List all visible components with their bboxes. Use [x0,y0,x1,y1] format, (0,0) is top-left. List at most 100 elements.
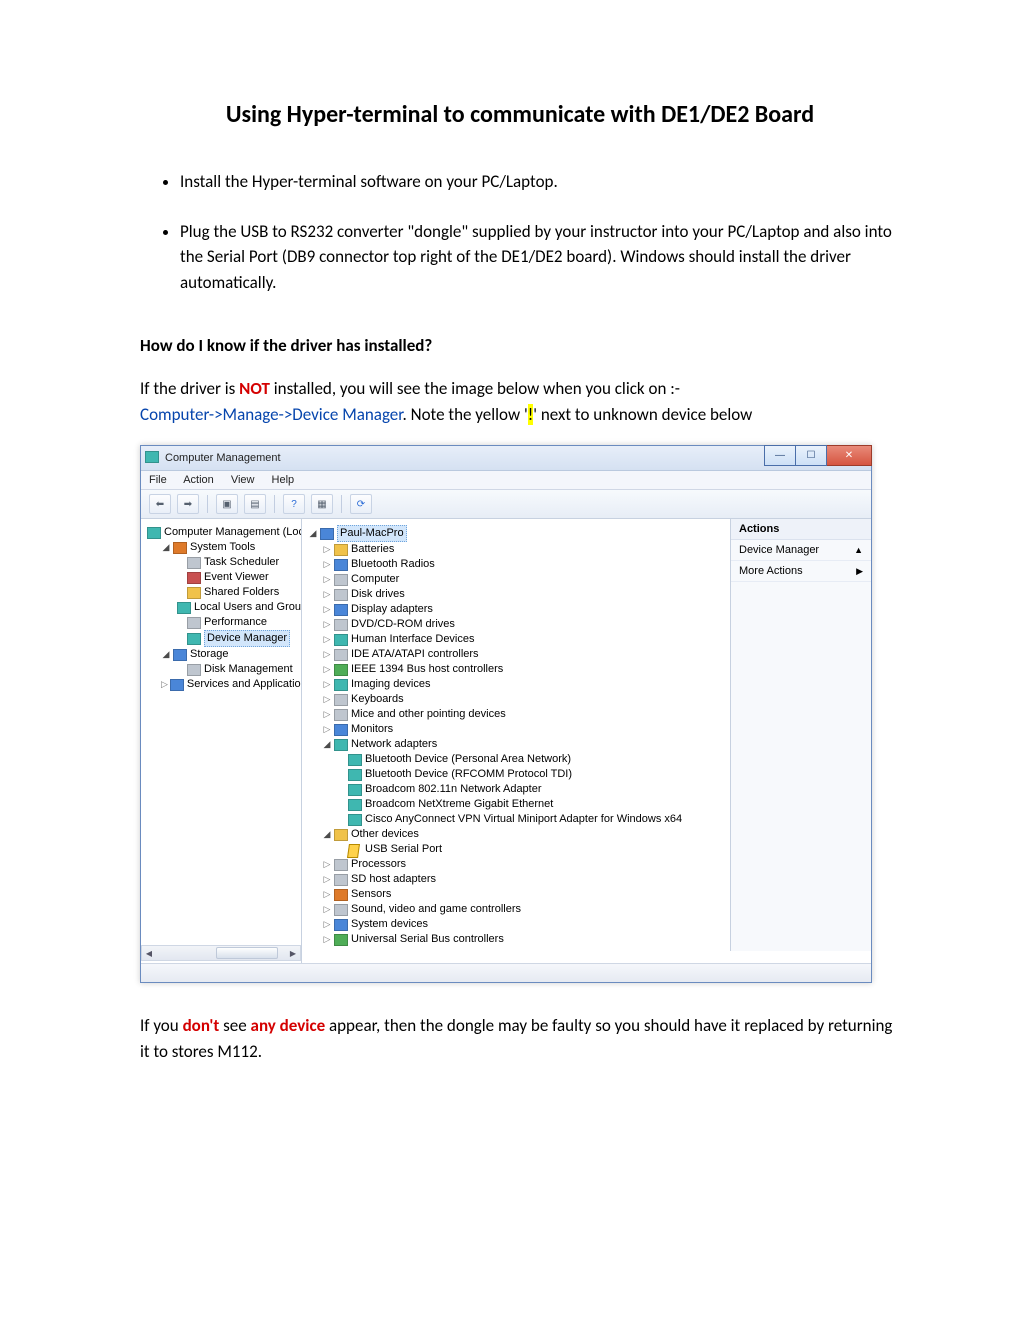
tree-item-label: Event Viewer [204,570,269,585]
device-tree-pane: Paul-MacPro BatteriesBluetooth RadiosCom… [302,519,730,963]
tree-item[interactable]: System devices [322,917,726,932]
category-icon [334,679,348,691]
tree-item[interactable]: Bluetooth Radios [322,557,726,572]
tree-item[interactable]: Device Manager [175,630,297,647]
tree-item[interactable]: IEEE 1394 Bus host controllers [322,662,726,677]
tree-item-label: DVD/CD-ROM drives [351,617,455,632]
tree-item[interactable]: Sensors [322,887,726,902]
window-toolbar: ⬅ ➡ ▣ ▤ ? ▦ ⟳ [141,490,871,519]
toolbar-scan-icon[interactable]: ⟳ [350,494,372,514]
actions-device-manager[interactable]: Device Manager ▲ [731,540,871,561]
tree-item-label: Performance [204,615,267,630]
menu-action[interactable]: Action [183,474,214,486]
tree-item-label: IDE ATA/ATAPI controllers [351,647,479,662]
tree-item[interactable]: Other devices [322,827,726,842]
scroll-right-icon[interactable]: ▶ [286,947,300,959]
expander-icon [322,692,332,707]
tree-item[interactable]: Network adapters [322,737,726,752]
category-icon [173,649,187,661]
expander-icon[interactable] [322,827,332,842]
maximize-button[interactable]: ☐ [796,445,827,466]
toolbar-forward-icon[interactable]: ➡ [177,494,199,514]
toolbar-view-icon[interactable]: ▦ [311,494,333,514]
tree-item[interactable]: Local Users and Groups [175,600,297,615]
tree-item[interactable]: Cisco AnyConnect VPN Virtual Miniport Ad… [336,812,726,827]
scroll-thumb[interactable] [216,947,278,959]
category-icon [334,604,348,616]
tree-item[interactable]: Computer [322,572,726,587]
tree-item[interactable]: Bluetooth Device (Personal Area Network) [336,752,726,767]
tree-item[interactable]: Storage [161,647,297,662]
window-title: Computer Management [165,452,281,464]
menu-path: Computer->Manage->Device Manager [140,404,402,425]
toolbar-back-icon[interactable]: ⬅ [149,494,171,514]
tree-item[interactable]: Sound, video and game controllers [322,902,726,917]
tree-item[interactable]: Disk drives [322,587,726,602]
tree-item[interactable]: IDE ATA/ATAPI controllers [322,647,726,662]
tree-item[interactable]: Bluetooth Device (RFCOMM Protocol TDI) [336,767,726,782]
tree-item[interactable]: Broadcom 802.11n Network Adapter [336,782,726,797]
emphasis-dont: don't [183,1015,220,1036]
category-icon [334,739,348,751]
tree-item[interactable]: Task Scheduler [175,555,297,570]
app-icon [145,451,159,465]
tree-item[interactable]: Disk Management [175,662,297,677]
tree-item[interactable]: Processors [322,857,726,872]
tree-item[interactable]: Shared Folders [175,585,297,600]
toolbar-help-icon[interactable]: ? [283,494,305,514]
tree-item[interactable]: Monitors [322,722,726,737]
tree-item-label: Disk drives [351,587,405,602]
expander-icon [161,677,168,692]
tree-item[interactable]: Performance [175,615,297,630]
left-scrollbar[interactable]: ◀ ▶ [141,945,301,961]
category-icon [173,542,187,554]
expander-icon [322,602,332,617]
tree-item[interactable]: DVD/CD-ROM drives [322,617,726,632]
menu-file[interactable]: File [149,474,167,486]
category-icon [348,799,362,811]
tree-item-label: Keyboards [351,692,404,707]
tree-item[interactable]: Broadcom NetXtreme Gigabit Ethernet [336,797,726,812]
expander-icon [322,617,332,632]
menu-view[interactable]: View [231,474,255,486]
expander-icon [322,872,332,887]
device-root[interactable]: Paul-MacPro [308,525,726,542]
tree-item[interactable]: Universal Serial Bus controllers [322,932,726,947]
chevron-right-icon[interactable]: ▶ [856,566,863,577]
bullet-2: Plug the USB to RS232 converter "dongle"… [180,219,900,296]
scroll-left-icon[interactable]: ◀ [142,947,156,959]
tree-item[interactable]: Display adapters [322,602,726,617]
tree-item-label: Monitors [351,722,393,737]
category-icon [334,904,348,916]
toolbar-folder-icon[interactable]: ▣ [216,494,238,514]
category-icon [334,724,348,736]
tree-item-label: Imaging devices [351,677,431,692]
tree-item[interactable]: Keyboards [322,692,726,707]
tree-item[interactable]: Imaging devices [322,677,726,692]
tree-item[interactable]: SD host adapters [322,872,726,887]
tree-item-label: Display adapters [351,602,433,617]
tree-item[interactable]: System Tools [161,540,297,555]
tree-root[interactable]: Computer Management (Local [147,525,297,540]
collapse-icon[interactable]: ▲ [854,545,863,555]
close-button[interactable]: ✕ [827,445,872,466]
tree-item[interactable]: Event Viewer [175,570,297,585]
tree-item-label: Universal Serial Bus controllers [351,932,504,947]
tree-item[interactable]: Mice and other pointing devices [322,707,726,722]
expander-icon[interactable] [308,526,318,541]
emphasis-any-device: any device [251,1015,326,1036]
tree-item[interactable]: Services and Applications [161,677,297,692]
actions-more-actions[interactable]: More Actions ▶ [731,561,871,582]
window-menu: File Action View Help [141,471,871,490]
tree-item[interactable]: USB Serial Port [336,842,726,857]
tree-item[interactable]: Human Interface Devices [322,632,726,647]
menu-help[interactable]: Help [272,474,295,486]
expander-icon[interactable] [161,540,171,555]
minimize-button[interactable]: — [764,445,796,466]
tree-item[interactable]: Batteries [322,542,726,557]
device-root-label: Paul-MacPro [337,525,407,542]
toolbar-list-icon[interactable]: ▤ [244,494,266,514]
expander-icon[interactable] [322,737,332,752]
window-titlebar[interactable]: Computer Management — ☐ ✕ [141,446,871,471]
expander-icon[interactable] [161,647,171,662]
